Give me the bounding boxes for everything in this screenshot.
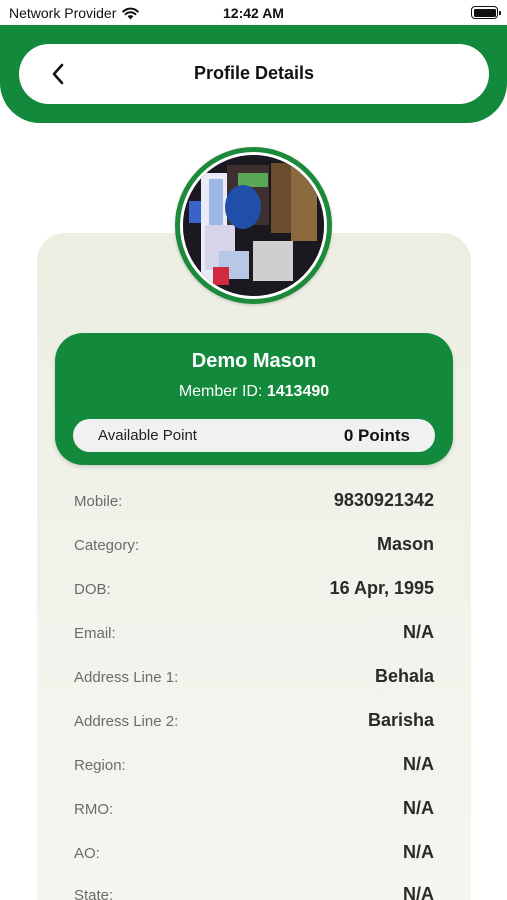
detail-label: Mobile: <box>74 493 123 510</box>
avatar-photo <box>183 155 324 296</box>
member-id-value: 1413490 <box>266 383 330 400</box>
detail-label: Email: <box>74 625 116 642</box>
detail-value: N/A <box>403 622 434 642</box>
detail-value: N/A <box>403 884 434 900</box>
member-summary: Demo Mason Member ID: 1413490 Available … <box>55 333 453 465</box>
detail-row-category: Category: Mason <box>74 534 434 558</box>
detail-label: Region: <box>74 757 126 774</box>
battery-icon <box>471 6 501 19</box>
member-id-label: Member ID: <box>178 383 263 400</box>
points-label: Available Point <box>98 427 197 444</box>
detail-row-dob: DOB: 16 Apr, 1995 <box>74 578 434 602</box>
detail-value: N/A <box>403 754 434 774</box>
points-pill: Available Point 0 Points <box>73 419 435 452</box>
points-value: 0 Points <box>343 426 410 445</box>
detail-row-address-1: Address Line 1: Behala <box>74 666 434 690</box>
detail-row-address-2: Address Line 2: Barisha <box>74 710 434 734</box>
detail-row-mobile: Mobile: 9830921342 <box>74 490 434 514</box>
detail-value: Barisha <box>367 710 434 730</box>
status-bar: Network Provider 12:42 AM <box>0 0 507 28</box>
detail-row-state: State: N/A <box>74 884 434 900</box>
header-bar: Profile Details <box>0 25 507 123</box>
detail-label: DOB: <box>74 581 111 598</box>
avatar[interactable] <box>175 147 332 304</box>
detail-row-email: Email: N/A <box>74 622 434 646</box>
detail-value: N/A <box>403 798 434 818</box>
detail-value: Mason <box>376 534 434 554</box>
page-title: Profile Details <box>193 63 315 83</box>
detail-label: RMO: <box>74 801 114 818</box>
status-time: 12:42 AM <box>223 5 284 21</box>
detail-value: 9830921342 <box>333 490 434 510</box>
member-id-line: Member ID: 1413490 <box>55 383 453 401</box>
detail-label: Category: <box>74 537 140 554</box>
detail-row-ao: AO: N/A <box>74 842 434 866</box>
detail-value: 16 Apr, 1995 <box>329 578 434 598</box>
detail-label: Address Line 1: <box>74 669 179 686</box>
detail-label: AO: <box>74 845 100 862</box>
detail-value: N/A <box>403 842 434 862</box>
detail-row-rmo: RMO: N/A <box>74 798 434 822</box>
header-pill: Profile Details <box>19 44 489 104</box>
member-name: Demo Mason <box>191 350 317 372</box>
detail-value: Behala <box>374 666 434 686</box>
detail-label: Address Line 2: <box>74 713 179 730</box>
detail-row-region: Region: N/A <box>74 754 434 778</box>
detail-label: State: <box>74 887 114 900</box>
